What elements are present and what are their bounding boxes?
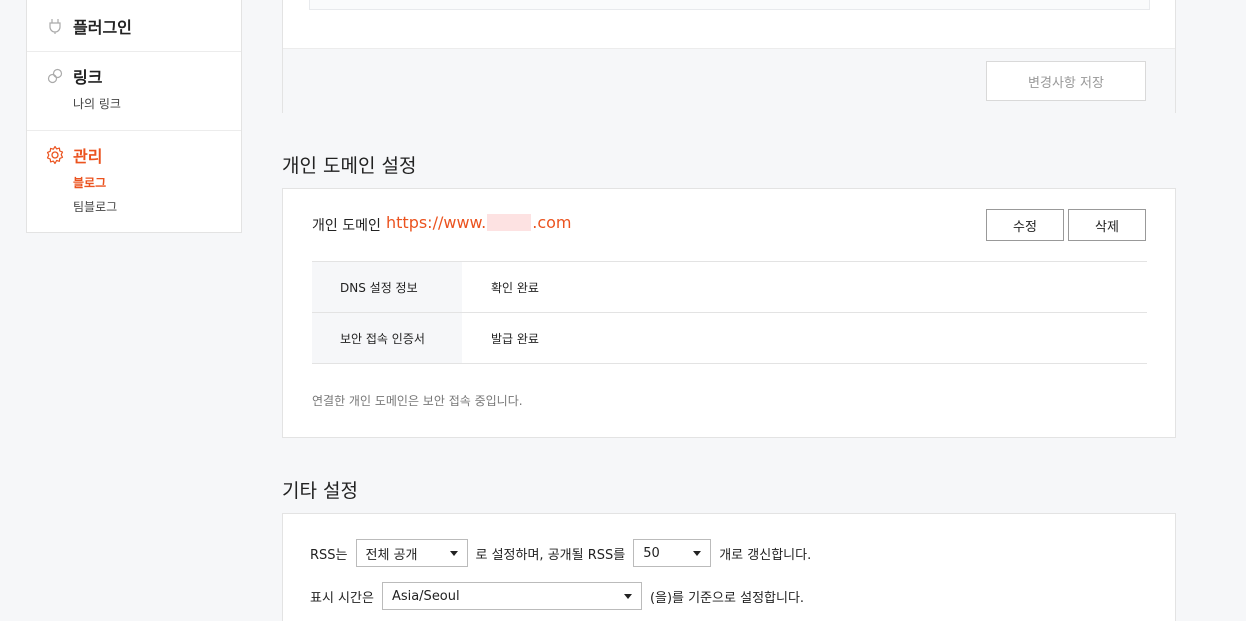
domain-url-suffix: .com	[532, 213, 572, 232]
domain-note: 연결한 개인 도메인은 보안 접속 중입니다.	[312, 394, 523, 408]
rss-scope-select[interactable]: 전체 공개	[355, 539, 468, 567]
domain-section-title: 개인 도메인 설정	[282, 155, 417, 177]
sidebar: 플러그인 링크 나의 링크 관리 블로그 팀블로그	[26, 0, 242, 233]
link-icon	[45, 66, 65, 86]
sidebar-subitem-my-links[interactable]: 나의 링크	[73, 95, 121, 112]
domain-url-prefix: https://www.	[386, 213, 487, 232]
caret-down-icon	[693, 550, 702, 556]
card-footer: 변경사항 저장	[283, 48, 1175, 113]
rss-setting-line: RSS는 전체 공개 로 설정하며, 공개될 RSS를 50 개로 갱신합니다.	[310, 539, 811, 567]
etc-card: RSS는 전체 공개 로 설정하며, 공개될 RSS를 50 개로 갱신합니다.…	[282, 513, 1176, 621]
sidebar-item-label: 플러그인	[73, 18, 132, 37]
save-changes-button[interactable]: 변경사항 저장	[986, 61, 1146, 101]
table-header-cell: DNS 설정 정보	[312, 262, 462, 312]
table-cell: 확인 완료	[491, 280, 539, 295]
sidebar-item-label: 링크	[73, 68, 103, 87]
domain-status-table: DNS 설정 정보 확인 완료 보안 접속 인증서 발급 완료	[312, 261, 1147, 364]
table-header-cell: 보안 접속 인증서	[312, 313, 462, 363]
caret-down-icon	[449, 550, 458, 556]
rss-middle-text: 로 설정하며, 공개될 RSS를	[475, 547, 626, 563]
table-cell: 발급 완료	[491, 331, 539, 346]
domain-label: 개인 도메인	[312, 218, 381, 234]
edit-button[interactable]: 수정	[986, 209, 1064, 241]
table-row: DNS 설정 정보 확인 완료	[312, 262, 1147, 313]
sidebar-subitem-team-blog[interactable]: 팀블로그	[73, 198, 117, 215]
sidebar-section-manage: 관리 블로그 팀블로그	[27, 130, 241, 233]
delete-button[interactable]: 삭제	[1068, 209, 1146, 241]
domain-url[interactable]: https://www. .com	[386, 213, 572, 232]
input-area	[309, 0, 1150, 10]
time-prefix: 표시 시간은	[310, 590, 374, 606]
sidebar-item-manage[interactable]: 관리	[45, 144, 102, 166]
gear-icon	[45, 145, 65, 165]
timezone-setting-line: 표시 시간은 Asia/Seoul (을)를 기준으로 설정합니다.	[310, 582, 804, 610]
sidebar-item-label: 관리	[73, 147, 103, 166]
timezone-value: Asia/Seoul	[391, 588, 460, 604]
sidebar-section-link: 링크 나의 링크	[27, 51, 241, 130]
rss-suffix: 개로 갱신합니다.	[719, 547, 812, 563]
time-suffix: (을)를 기준으로 설정합니다.	[649, 590, 805, 606]
timezone-select[interactable]: Asia/Seoul	[381, 582, 642, 610]
domain-card: 개인 도메인 https://www. .com 수정 삭제 DNS 설정 정보 …	[282, 188, 1176, 438]
sidebar-item-plugin[interactable]: 플러그인	[45, 15, 132, 37]
sidebar-item-link[interactable]: 링크	[45, 65, 102, 87]
plug-icon	[45, 16, 65, 36]
settings-card-top: 변경사항 저장	[282, 0, 1176, 113]
sidebar-section-plugin: 플러그인	[27, 0, 241, 51]
rss-prefix: RSS는	[310, 547, 348, 563]
rss-scope-value: 전체 공개	[365, 547, 418, 563]
sidebar-subitem-blog[interactable]: 블로그	[73, 174, 106, 191]
caret-down-icon	[623, 593, 632, 599]
rss-count-value: 50	[643, 545, 660, 561]
redacted-text	[487, 214, 532, 231]
etc-section-title: 기타 설정	[282, 480, 358, 502]
rss-count-select[interactable]: 50	[633, 539, 712, 567]
table-row: 보안 접속 인증서 발급 완료	[312, 313, 1147, 364]
